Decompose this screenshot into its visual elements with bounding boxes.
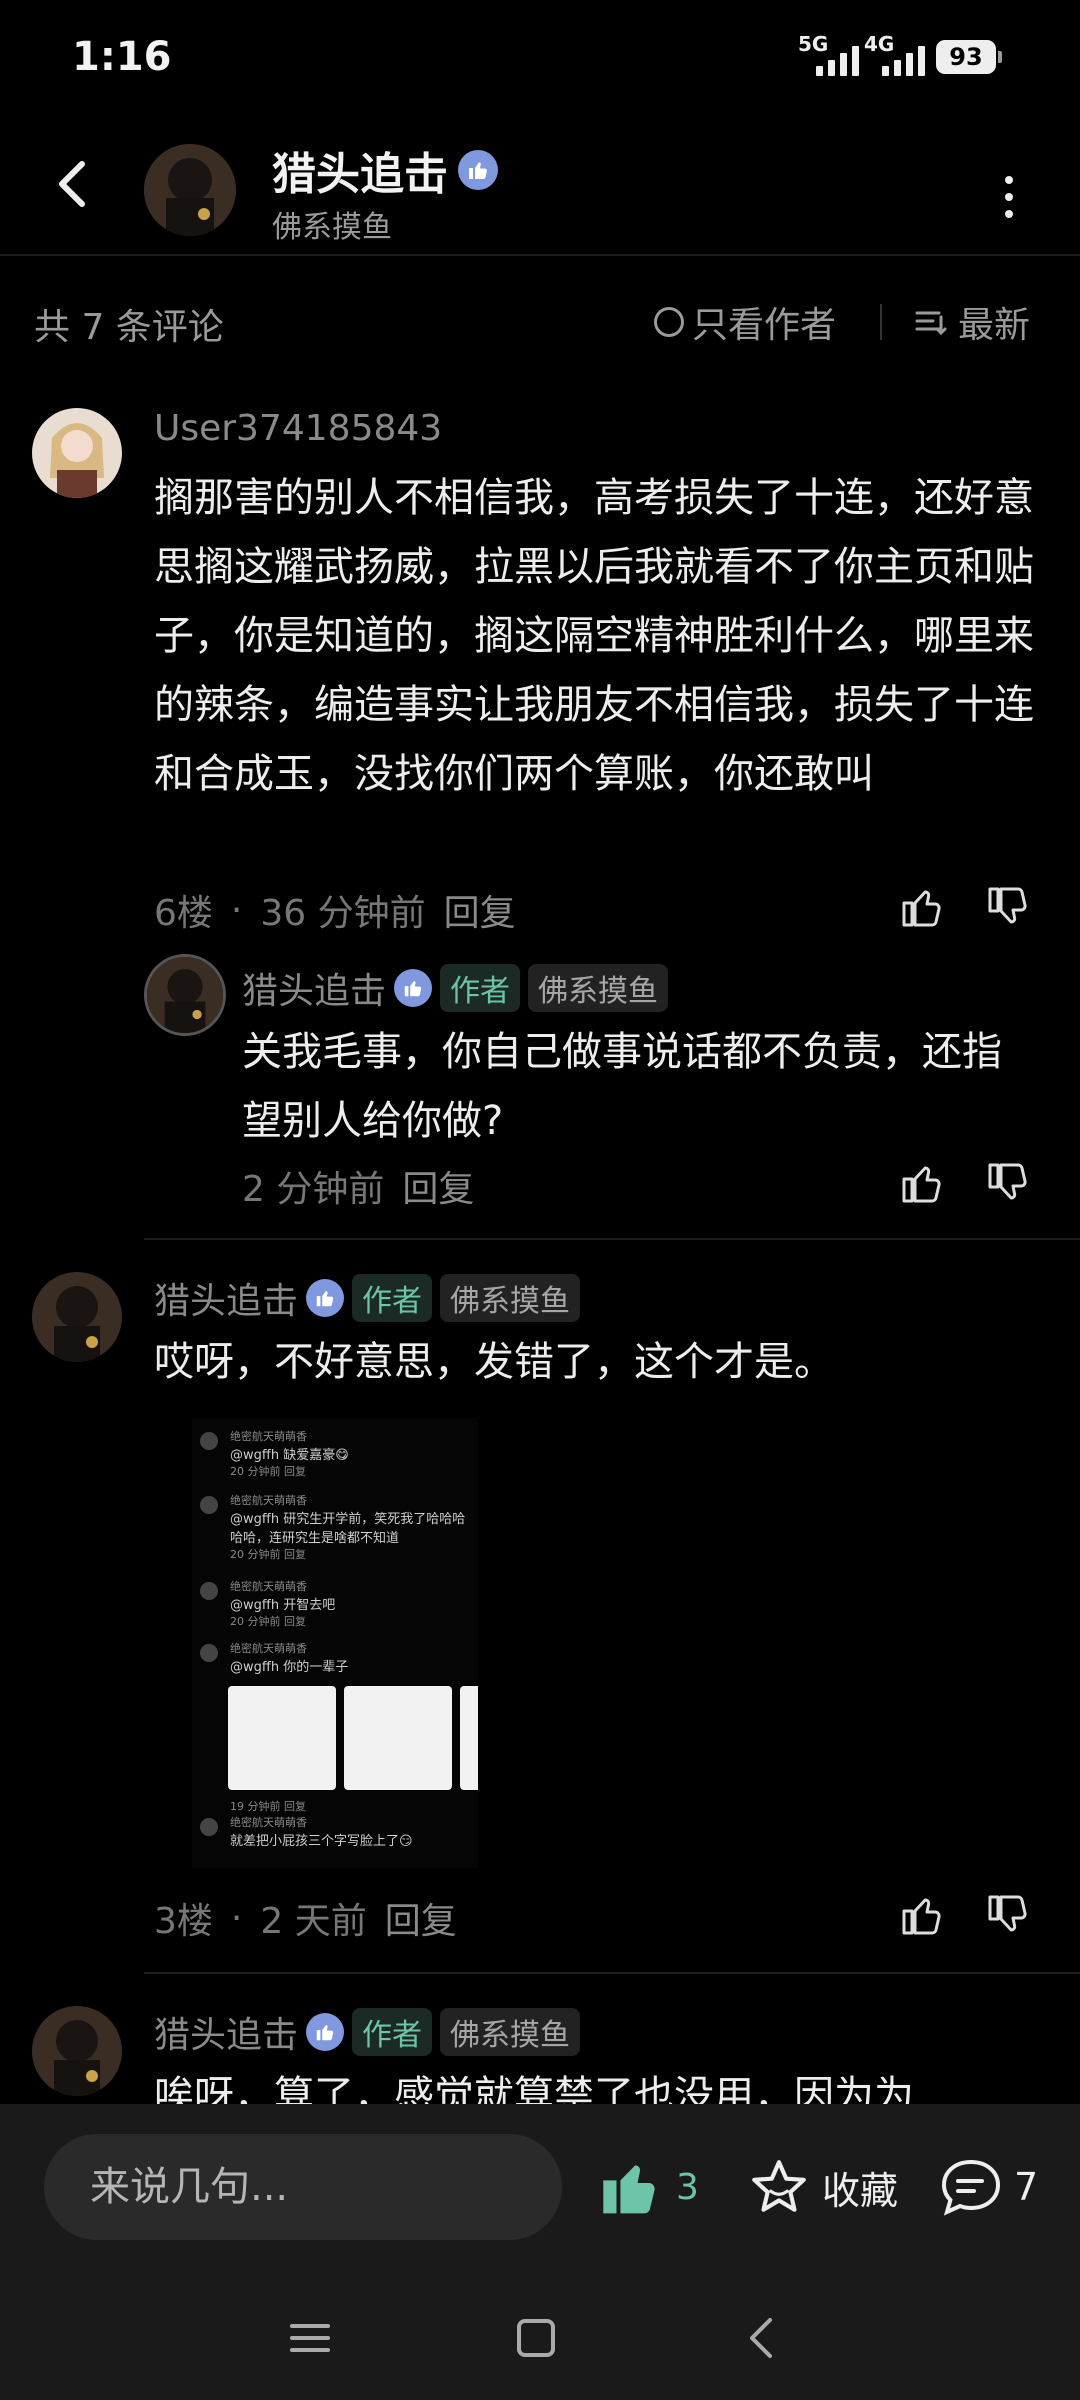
reply-username[interactable]: 猎头追击 xyxy=(242,962,386,1014)
image-thumbnails xyxy=(228,1686,478,1790)
comment-input-container xyxy=(44,2134,562,2240)
comment-count-badge: 7 xyxy=(1014,2165,1039,2209)
reply-time: 2 分钟前 xyxy=(242,1169,385,1210)
comment-username-row: 猎头追击 作者 佛系摸鱼 xyxy=(154,2006,581,2058)
system-back-icon[interactable] xyxy=(732,2308,792,2368)
avatar[interactable] xyxy=(32,1272,122,1362)
clock: 1:16 xyxy=(72,34,172,80)
like-icon[interactable] xyxy=(898,1890,948,1940)
comment-input[interactable] xyxy=(44,2134,562,2240)
recent-apps-icon[interactable] xyxy=(280,2308,340,2368)
radio-circle-icon xyxy=(654,307,684,337)
comment-username[interactable]: 猎头追击 xyxy=(154,2006,298,2058)
favorite-button[interactable]: 收藏 xyxy=(748,2156,898,2218)
status-bar: 1:16 5G 4G 93 xyxy=(0,0,1080,120)
comments-button[interactable]: 7 xyxy=(938,2156,1038,2218)
avatar[interactable] xyxy=(144,954,226,1036)
comment-count: 共 7 条评论 xyxy=(34,307,224,348)
group-tag: 佛系摸鱼 xyxy=(440,1274,581,1322)
reply-button[interactable]: 回复 xyxy=(385,1892,457,1944)
dislike-icon[interactable] xyxy=(984,1158,1034,1208)
back-arrow-icon[interactable] xyxy=(44,154,104,214)
group-tag: 佛系摸鱼 xyxy=(440,2008,581,2056)
thumbs-up-badge-icon xyxy=(458,150,498,190)
comment-meta: 3楼 · 2 天前 回复 xyxy=(154,1892,457,1944)
post-author-title[interactable]: 猎头追击 xyxy=(272,138,498,202)
comment-image[interactable]: 绝密航天萌萌香 @wgffh 缺爱嘉豪😋 20 分钟前 回复 绝密航天萌萌香 @… xyxy=(192,1418,478,1868)
author-name: 猎头追击 xyxy=(272,149,448,200)
top-app-bar: 猎头追击 佛系摸鱼 xyxy=(0,120,1080,256)
thumbs-up-icon xyxy=(603,2165,655,2214)
group-tag: 佛系摸鱼 xyxy=(528,964,669,1012)
like-icon[interactable] xyxy=(898,1158,948,1208)
like-icon[interactable] xyxy=(898,882,948,932)
floor-label: 6楼 xyxy=(154,893,213,934)
avatar[interactable] xyxy=(32,2006,122,2096)
like-post-button[interactable]: 3 xyxy=(598,2154,699,2220)
author-avatar[interactable] xyxy=(144,144,236,236)
author-tag: 作者 xyxy=(352,1274,433,1322)
comment-username-row: 猎头追击 作者 佛系摸鱼 xyxy=(154,1272,581,1324)
comment-time: 2 天前 xyxy=(260,1901,367,1942)
comment-text: 搁那害的别人不相信我，高考损失了十连，还好意思搁这耀武扬威，拉黑以后我就看不了你… xyxy=(154,475,1034,797)
sort-latest-button[interactable]: 最新 xyxy=(914,296,1030,348)
comment-username[interactable]: User374185843 xyxy=(154,408,442,449)
dislike-icon[interactable] xyxy=(984,882,1034,932)
dislike-icon[interactable] xyxy=(984,1890,1034,1940)
system-nav-bar xyxy=(0,2268,1080,2400)
comment-bubble-icon xyxy=(941,2159,1001,2216)
comment-text: 唉呀，算了，感觉就算禁了也没用，因为为 xyxy=(154,2073,914,2104)
home-icon[interactable] xyxy=(506,2308,566,2368)
comment-filter-bar: 共 7 条评论 只看作者 最新 xyxy=(0,258,1080,388)
comment-text: 哎呀，不好意思，发错了，这个才是。 xyxy=(154,1339,834,1385)
author-tag: 作者 xyxy=(352,2008,433,2056)
reply-text: 关我毛事，你自己做事说话都不负责，还指望别人给你做? xyxy=(242,1029,1002,1144)
bottom-action-bar: 3 收藏 7 xyxy=(0,2104,1080,2268)
comment-meta: 6楼 · 36 分钟前 回复 xyxy=(154,884,516,936)
author-tag: 作者 xyxy=(440,964,521,1012)
author-group: 佛系摸鱼 xyxy=(272,210,392,245)
star-icon xyxy=(752,2160,806,2212)
divider xyxy=(144,1972,1080,1974)
like-count: 3 xyxy=(676,2166,699,2208)
comment-username[interactable]: 猎头追击 xyxy=(154,1272,298,1324)
only-author-toggle[interactable]: 只看作者 xyxy=(654,296,836,348)
divider xyxy=(880,304,882,340)
thumbs-up-badge-icon xyxy=(306,1279,345,1317)
thumbs-up-badge-icon xyxy=(394,969,433,1007)
divider xyxy=(144,1238,1080,1240)
reply-username-row: 猎头追击 作者 佛系摸鱼 xyxy=(242,962,669,1014)
reply-button[interactable]: 回复 xyxy=(402,1160,474,1212)
favorite-label: 收藏 xyxy=(822,2168,899,2213)
avatar[interactable] xyxy=(32,408,122,498)
reply-meta: 2 分钟前 回复 xyxy=(242,1160,474,1212)
battery-indicator: 93 xyxy=(936,40,1002,74)
floor-label: 3楼 xyxy=(154,1901,213,1942)
thumbs-up-badge-icon xyxy=(306,2013,345,2051)
sort-icon xyxy=(915,311,947,336)
comment-time: 36 分钟前 xyxy=(260,893,426,934)
reply-button[interactable]: 回复 xyxy=(444,884,516,936)
more-vertical-icon[interactable] xyxy=(994,170,1024,220)
